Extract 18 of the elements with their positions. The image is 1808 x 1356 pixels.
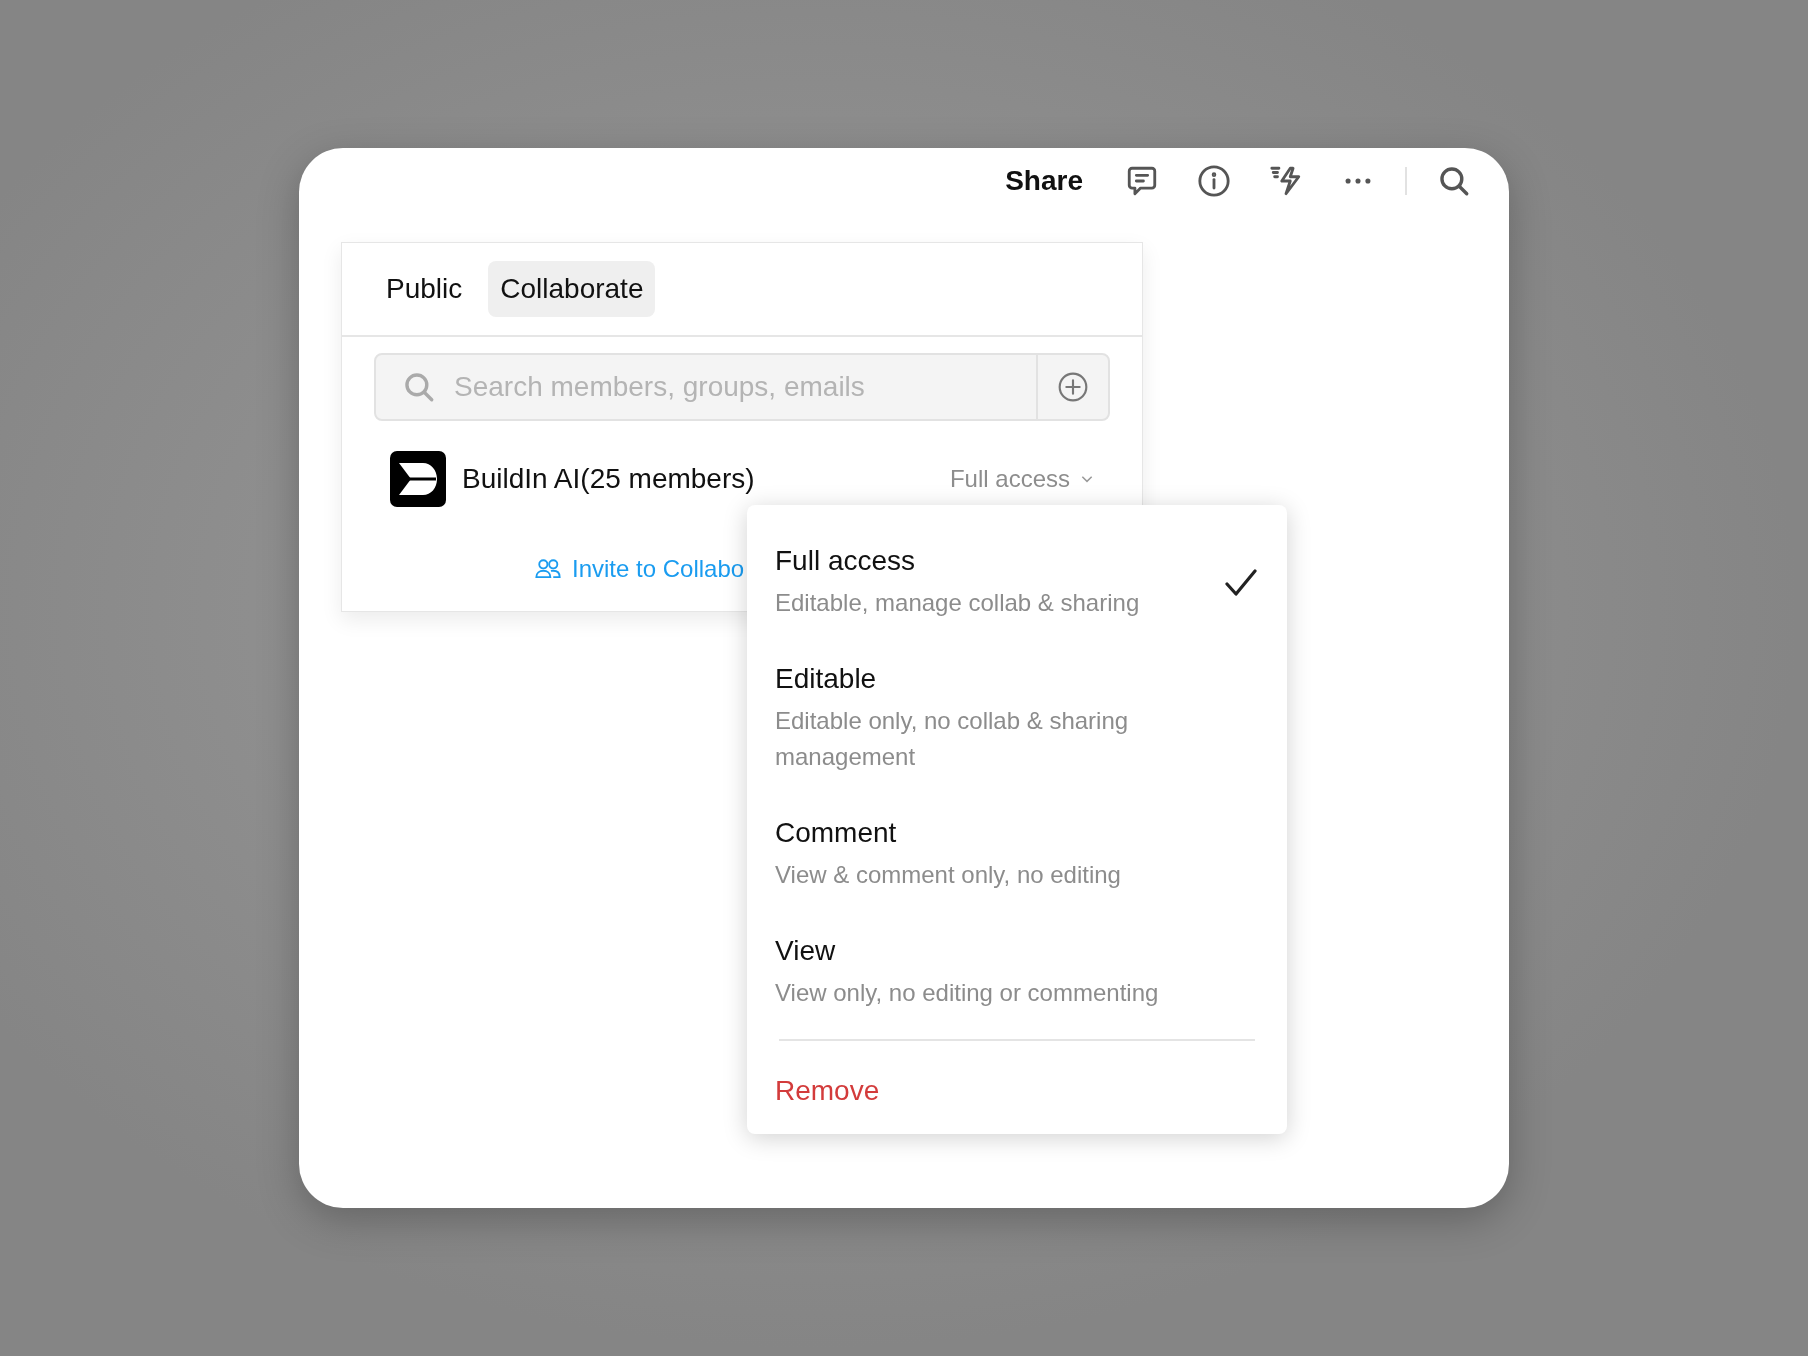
access-option[interactable]: View View only, no editing or commenting (747, 921, 1287, 1025)
lightning-icon[interactable] (1269, 164, 1303, 198)
member-name: BuildIn AI(25 members) (462, 463, 755, 495)
access-option[interactable]: Full access Editable, manage collab & sharing (747, 531, 1287, 635)
access-option[interactable]: Comment View & comment only, no editing (747, 803, 1287, 907)
access-option[interactable]: Editable Editable only, no collab & sharing management (747, 649, 1287, 789)
comment-icon[interactable] (1125, 164, 1159, 198)
remove-button[interactable]: Remove (775, 1075, 880, 1107)
search-icon (402, 370, 436, 404)
tab[interactable]: Collaborate (488, 261, 656, 317)
search-field[interactable]: Search members, groups, emails (374, 353, 1110, 421)
plus-icon (1057, 371, 1089, 403)
search-input[interactable]: Search members, groups, emails (452, 370, 1036, 404)
tab[interactable]: Public (374, 261, 475, 317)
share-button[interactable]: Share (1005, 165, 1083, 197)
logo-icon (390, 451, 446, 507)
search-icon[interactable] (1437, 164, 1471, 198)
info-icon[interactable] (1197, 164, 1231, 198)
